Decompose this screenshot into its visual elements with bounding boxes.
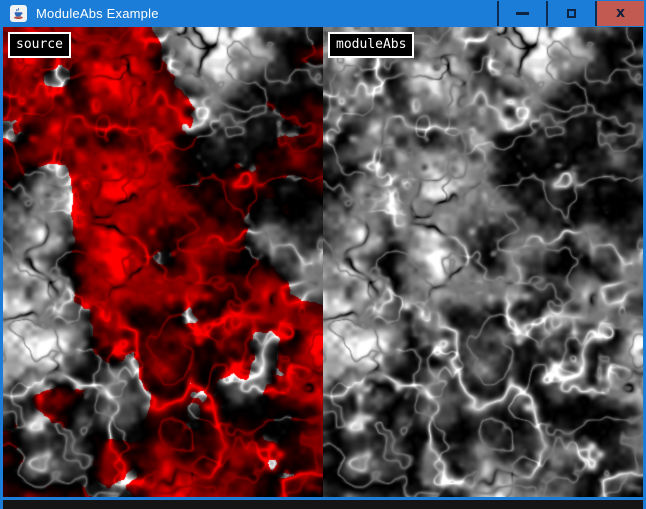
java-coffee-cup-icon xyxy=(12,7,25,20)
titlebar[interactable]: ModuleAbs Example x xyxy=(0,0,646,27)
panel-moduleabs: moduleAbs xyxy=(323,27,643,497)
java-app-icon xyxy=(10,5,27,22)
window-title: ModuleAbs Example xyxy=(36,6,159,21)
moduleabs-label: moduleAbs xyxy=(328,32,414,58)
moduleabs-image xyxy=(323,27,643,497)
caption-buttons: x xyxy=(497,0,644,27)
maximize-button[interactable] xyxy=(548,1,595,26)
minimize-icon xyxy=(516,12,529,15)
source-image xyxy=(3,27,323,497)
source-label: source xyxy=(8,32,71,58)
render-area: source moduleAbs xyxy=(3,27,643,497)
minimize-button[interactable] xyxy=(499,1,546,26)
close-icon: x xyxy=(616,6,625,20)
maximize-icon xyxy=(567,9,576,18)
app-window: ModuleAbs Example x source moduleAbs xyxy=(0,0,646,509)
close-button[interactable]: x xyxy=(597,1,644,26)
window-bottom-strip xyxy=(3,500,643,509)
panel-source: source xyxy=(3,27,323,497)
